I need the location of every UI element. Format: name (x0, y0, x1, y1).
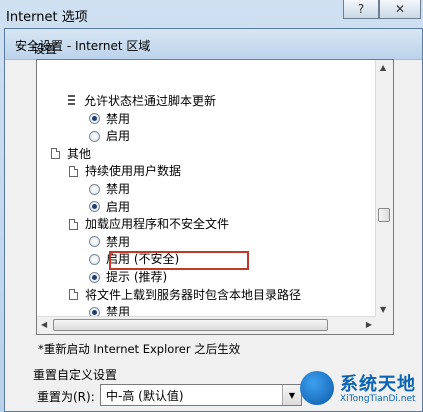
radio-button-icon[interactable] (89, 236, 100, 248)
outer-window-controls: ? ✕ (343, 0, 421, 19)
radio-button-icon[interactable] (89, 183, 100, 195)
tree-category: 其他 (51, 145, 91, 163)
scroll-left-icon[interactable]: ◀ (41, 320, 47, 329)
reset-level-value: 中-高 (默认值) (106, 388, 184, 403)
document-icon (51, 148, 60, 160)
tree-item-label: 其他 (67, 146, 92, 161)
scroll-right-icon[interactable]: ▶ (366, 320, 372, 329)
radio-option[interactable]: 提示 (推荐) (89, 268, 167, 286)
document-icon (69, 218, 78, 230)
vertical-scrollbar[interactable]: ▲ ▼ (375, 60, 393, 317)
radio-option[interactable]: 禁用 (89, 233, 130, 251)
highlight-box (109, 251, 249, 270)
settings-tree-viewport: 允许状态栏通过脚本更新 禁用 启用 其他 持续使用用户数据 禁用 启用 加载应用程序和不安全文… (37, 60, 376, 317)
watermark: 系统天地 XiTongTianDi.net (300, 368, 420, 410)
tree-category: 持续使用用户数据 (69, 162, 181, 180)
tree-item-label: 禁用 (106, 111, 131, 126)
restart-note: *重新启动 Internet Explorer 之后生效 (38, 342, 241, 356)
reset-group-label: 重置自定义设置 (33, 368, 118, 382)
settings-tree[interactable]: 允许状态栏通过脚本更新 禁用 启用 其他 持续使用用户数据 禁用 启用 加载应用程序和不安全文… (36, 59, 394, 335)
radio-option[interactable]: 禁用 (89, 303, 130, 317)
tree-item-label: 允许状态栏通过脚本更新 (84, 94, 217, 108)
radio-option[interactable]: 启用 (89, 198, 130, 216)
radio-option[interactable]: 禁用 (89, 110, 130, 128)
scroll-down-icon[interactable]: ▼ (380, 305, 386, 314)
watermark-subtext: XiTongTianDi.net (340, 394, 416, 404)
tree-item-label: 提示 (推荐) (106, 270, 168, 284)
tree-item-label: 禁用 (106, 234, 131, 249)
tree-item-label: 禁用 (106, 182, 131, 196)
chevron-down-icon[interactable]: ▼ (282, 385, 301, 405)
tree-item-label: 将文件上载到服务器时包含本地目录路径 (85, 287, 302, 302)
document-icon (69, 165, 78, 177)
close-button[interactable]: ✕ (379, 0, 421, 19)
reset-level-select[interactable]: 中-高 (默认值) ▼ (100, 384, 302, 406)
scroll-up-icon[interactable]: ▲ (380, 63, 386, 72)
vertical-scroll-thumb[interactable] (378, 208, 390, 222)
watermark-text: 系统天地 (340, 374, 416, 395)
radio-option[interactable]: 禁用 (89, 180, 130, 198)
radio-button-icon[interactable] (89, 253, 100, 265)
radio-button-icon[interactable] (89, 113, 100, 125)
tree-category: 允许状态栏通过脚本更新 (67, 92, 216, 110)
radio-option[interactable]: 启用 (89, 127, 130, 145)
help-button[interactable]: ? (343, 0, 379, 19)
tree-item-label: 禁用 (106, 305, 131, 317)
settings-group-label: 设置 (33, 42, 58, 56)
outer-window-title: Internet 选项 (6, 10, 88, 25)
script-icon (67, 95, 77, 107)
horizontal-scroll-thumb[interactable] (53, 319, 328, 331)
document-icon (69, 289, 78, 301)
tree-item-label: 启用 (106, 199, 131, 214)
horizontal-scrollbar[interactable]: ◀ ▶ (37, 316, 376, 334)
tree-item-label: 持续使用用户数据 (85, 164, 182, 179)
tree-category: 加载应用程序和不安全文件 (69, 215, 229, 233)
reset-to-label: 重置为(R): (37, 390, 95, 404)
tree-item-label: 启用 (106, 129, 131, 144)
scroll-corner (376, 317, 393, 334)
tree-item-label: 加载应用程序和不安全文件 (85, 217, 230, 232)
radio-button-icon[interactable] (89, 130, 100, 142)
radio-button-icon[interactable] (89, 271, 100, 283)
tree-category: 将文件上载到服务器时包含本地目录路径 (69, 286, 301, 304)
radio-button-icon[interactable] (89, 201, 100, 213)
watermark-logo-icon (300, 371, 334, 405)
